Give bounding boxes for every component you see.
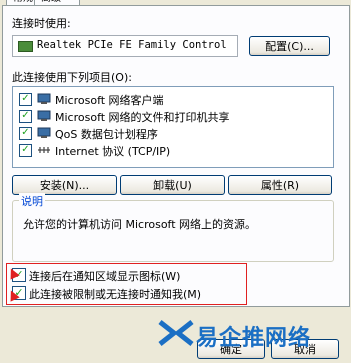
item-label: Microsoft 网络客户端 bbox=[55, 94, 164, 107]
protocol-icon bbox=[38, 147, 50, 153]
connect-using-label: 连接时使用: bbox=[12, 17, 71, 30]
notify-label[interactable]: 此连接被限制或无连接时通知我(M) bbox=[29, 286, 201, 302]
components-list[interactable]: ✓ Microsoft 网络客户端 ✓ Microsoft 网络的文件和打印机共… bbox=[12, 86, 334, 168]
watermark-text: 易企推网络 bbox=[196, 326, 312, 351]
list-item[interactable]: ✓ Microsoft 网络的文件和打印机共享 bbox=[19, 108, 324, 124]
description-group: 说明 允许您的计算机访问 Microsoft 网络上的资源。 bbox=[12, 193, 334, 262]
qos-icon bbox=[37, 127, 51, 138]
uninstall-button[interactable]: 卸载(U) bbox=[120, 175, 225, 195]
item-label: QoS 数据包计划程序 bbox=[55, 128, 158, 141]
item-checkbox[interactable]: ✓ bbox=[19, 144, 32, 157]
item-checkbox[interactable]: ✓ bbox=[19, 110, 32, 123]
properties-button[interactable]: 属性(R) bbox=[228, 175, 332, 195]
list-item[interactable]: ✓ Internet 协议 (TCP/IP) bbox=[19, 142, 324, 158]
description-legend: 说明 bbox=[19, 193, 45, 209]
printer-share-icon bbox=[37, 110, 51, 121]
install-button[interactable]: 安装(N)... bbox=[12, 175, 117, 195]
item-label: Microsoft 网络的文件和打印机共享 bbox=[55, 111, 230, 124]
adapter-name: Realtek PCIe FE Family Control bbox=[37, 39, 227, 51]
network-adapter-icon bbox=[18, 41, 33, 52]
watermark-logo-icon bbox=[158, 320, 194, 346]
list-item[interactable]: ✓ Microsoft 网络客户端 bbox=[19, 91, 324, 107]
adapter-field: Realtek PCIe FE Family Control bbox=[12, 35, 238, 57]
description-text: 允许您的计算机访问 Microsoft 网络上的资源。 bbox=[23, 218, 257, 231]
item-label: Internet 协议 (TCP/IP) bbox=[55, 145, 171, 158]
list-item[interactable]: ✓ QoS 数据包计划程序 bbox=[19, 125, 324, 141]
item-checkbox[interactable]: ✓ bbox=[19, 127, 32, 140]
network-client-icon bbox=[37, 93, 51, 104]
items-label: 此连接使用下列项目(O): bbox=[12, 71, 132, 84]
show-icon-label[interactable]: 连接后在通知区域显示图标(W) bbox=[29, 268, 180, 284]
configure-button[interactable]: 配置(C)... bbox=[249, 36, 330, 56]
item-checkbox[interactable]: ✓ bbox=[19, 93, 32, 106]
